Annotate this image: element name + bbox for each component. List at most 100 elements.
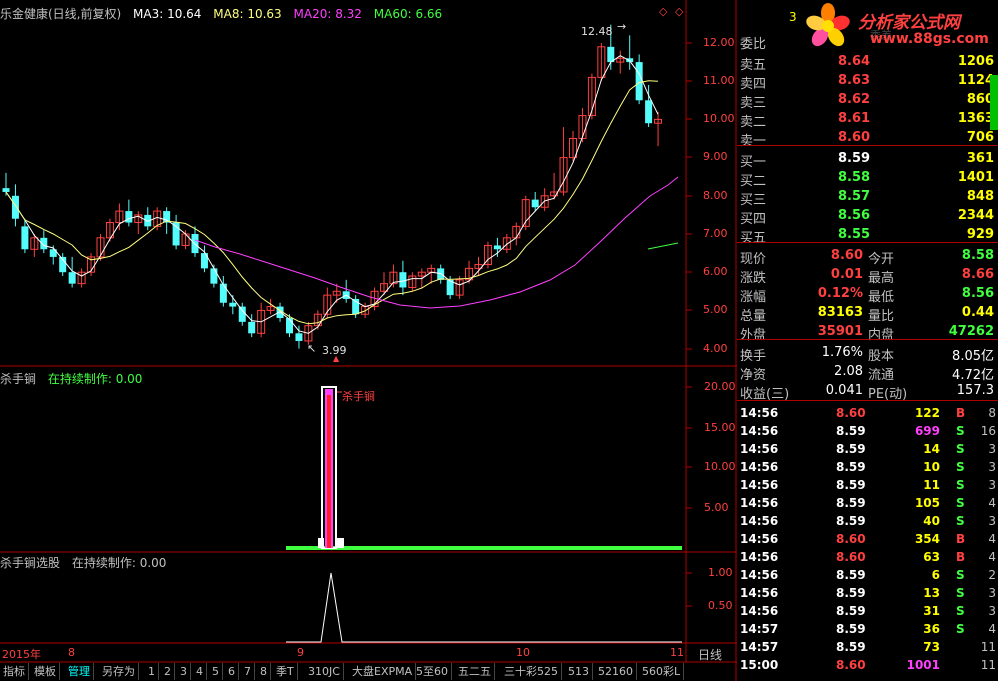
ind1-ytick-label: 20.00 <box>704 380 736 393</box>
candle-body <box>607 46 615 63</box>
bid-price: 8.55 <box>838 227 871 242</box>
stat2-row-1: 净资 2.08 流通 4.72亿 <box>738 363 998 383</box>
tick-price: 8.59 <box>836 460 866 474</box>
ask-volume: 1206 <box>957 54 994 69</box>
tab-0[interactable]: 指标 <box>0 663 29 680</box>
bid-volume: 1401 <box>957 170 994 185</box>
tick-time: 14:56 <box>740 478 779 492</box>
ask-price: 8.60 <box>838 130 871 145</box>
tick-count: 3 <box>988 460 996 474</box>
tick-side: S <box>956 568 965 582</box>
stat2-row-2: 收益(三) 0.041 PE(动) 157.3 <box>738 382 998 402</box>
tab-11[interactable]: 8 <box>257 663 271 680</box>
ma3-line <box>5 55 659 334</box>
tick-price: 8.60 <box>836 532 866 546</box>
tab-9[interactable]: 6 <box>225 663 239 680</box>
bid-label: 买四 <box>740 212 767 227</box>
bid-price: 8.56 <box>838 208 871 223</box>
tick-time: 14:56 <box>740 550 779 564</box>
signal-marker-icon: ▲ <box>333 354 340 363</box>
tab-18[interactable]: 513 <box>565 663 593 680</box>
candle-body <box>210 268 218 284</box>
tab-10[interactable]: 7 <box>241 663 255 680</box>
stat2-label-2: 股本 <box>868 349 895 364</box>
ask-price: 8.61 <box>838 111 871 126</box>
tab-20[interactable]: 560彩L <box>639 663 685 680</box>
tick-time: 14:56 <box>740 604 779 618</box>
stat-value-2: 8.66 <box>961 267 994 282</box>
quote-scrollbar[interactable] <box>990 75 998 130</box>
main-ytick-label: 11.00 <box>703 74 735 87</box>
stat2-row-0: 换手 1.76% 股本 8.05亿 <box>738 344 998 364</box>
tick-price: 8.59 <box>836 604 866 618</box>
bid-label: 买二 <box>740 174 767 189</box>
candle-body <box>645 100 653 124</box>
tick-row-14: 15:00 8.60 1001 11 <box>738 657 998 675</box>
tick-price: 8.59 <box>836 514 866 528</box>
weibi-label: 委比 <box>740 37 767 52</box>
candle-body <box>531 199 539 208</box>
bid-price: 8.57 <box>838 189 871 204</box>
bid-volume: 848 <box>966 189 994 204</box>
bid-volume: 929 <box>966 227 994 242</box>
tick-price: 8.59 <box>836 478 866 492</box>
stat2-value: 1.76% <box>821 345 863 360</box>
ma8-line <box>5 80 659 325</box>
tick-row-13: 14:57 8.59 73 11 <box>738 639 998 657</box>
tab-2[interactable]: 管理 <box>65 663 94 680</box>
tab-12[interactable]: 季T <box>273 663 298 680</box>
period-label[interactable]: 日线 <box>698 646 722 663</box>
tab-3[interactable]: 另存为 <box>99 663 139 680</box>
ma60-line <box>647 242 679 250</box>
ask-volume: 1363 <box>957 111 994 126</box>
bid-price: 8.58 <box>838 170 871 185</box>
tab-1[interactable]: 模板 <box>31 663 60 680</box>
main-ytick-label: 6.00 <box>703 265 728 278</box>
bid-volume: 361 <box>966 151 994 166</box>
tick-time: 14:56 <box>740 496 779 510</box>
tick-row-9: 14:56 8.59 6 S 2 <box>738 567 998 585</box>
tab-19[interactable]: 52160 <box>595 663 637 680</box>
ind2-ytick-label: 0.50 <box>708 599 733 612</box>
tab-15[interactable]: 5至60 <box>413 663 452 680</box>
tab-6[interactable]: 3 <box>177 663 191 680</box>
bid-volume: 2344 <box>957 208 994 223</box>
tab-5[interactable]: 2 <box>161 663 175 680</box>
tick-side: S <box>956 514 965 528</box>
ask-label: 卖二 <box>740 115 767 130</box>
ind1-small-bar <box>336 538 344 548</box>
quote-top-num: 3 <box>789 10 797 24</box>
tab-17[interactable]: 三十彩525 <box>501 663 562 680</box>
bid-label: 买三 <box>740 193 767 208</box>
candle-body <box>493 245 501 250</box>
tab-13[interactable]: 310JC <box>305 663 344 680</box>
high-price-label: 12.48 <box>581 25 613 38</box>
ask-row-0: 卖五 8.64 1206 <box>738 53 998 73</box>
stat2-label: 换手 <box>740 349 767 364</box>
stat-label: 涨跌 <box>740 271 767 286</box>
stat-value: 8.60 <box>830 248 863 263</box>
tab-4[interactable]: 1 <box>145 663 159 680</box>
tick-row-10: 14:56 8.59 13 S 3 <box>738 585 998 603</box>
tick-row-12: 14:57 8.59 36 S 4 <box>738 621 998 639</box>
tab-16[interactable]: 五二五 <box>455 663 495 680</box>
stat-label: 涨幅 <box>740 290 767 305</box>
bid-row-2: 买三 8.57 848 <box>738 188 998 208</box>
tick-volume: 699 <box>914 424 940 438</box>
bid-row-3: 买四 8.56 2344 <box>738 207 998 227</box>
tick-time: 14:56 <box>740 532 779 546</box>
quote-separator <box>737 145 998 146</box>
tick-price: 8.60 <box>836 406 866 420</box>
stat-label: 现价 <box>740 252 767 267</box>
ask-label: 卖一 <box>740 134 767 149</box>
candle-body <box>238 306 246 322</box>
stat-value: 35901 <box>817 324 863 339</box>
xaxis-year: 2015年 <box>2 648 41 661</box>
tab-8[interactable]: 5 <box>209 663 223 680</box>
tab-14[interactable]: 大盘EXPMA <box>349 663 417 680</box>
stat-label-2: 最低 <box>868 290 895 305</box>
ind1-ytick-label: 10.00 <box>704 460 736 473</box>
kline-chart-area[interactable] <box>0 0 737 681</box>
ask-price: 8.62 <box>838 92 871 107</box>
tab-7[interactable]: 4 <box>193 663 207 680</box>
